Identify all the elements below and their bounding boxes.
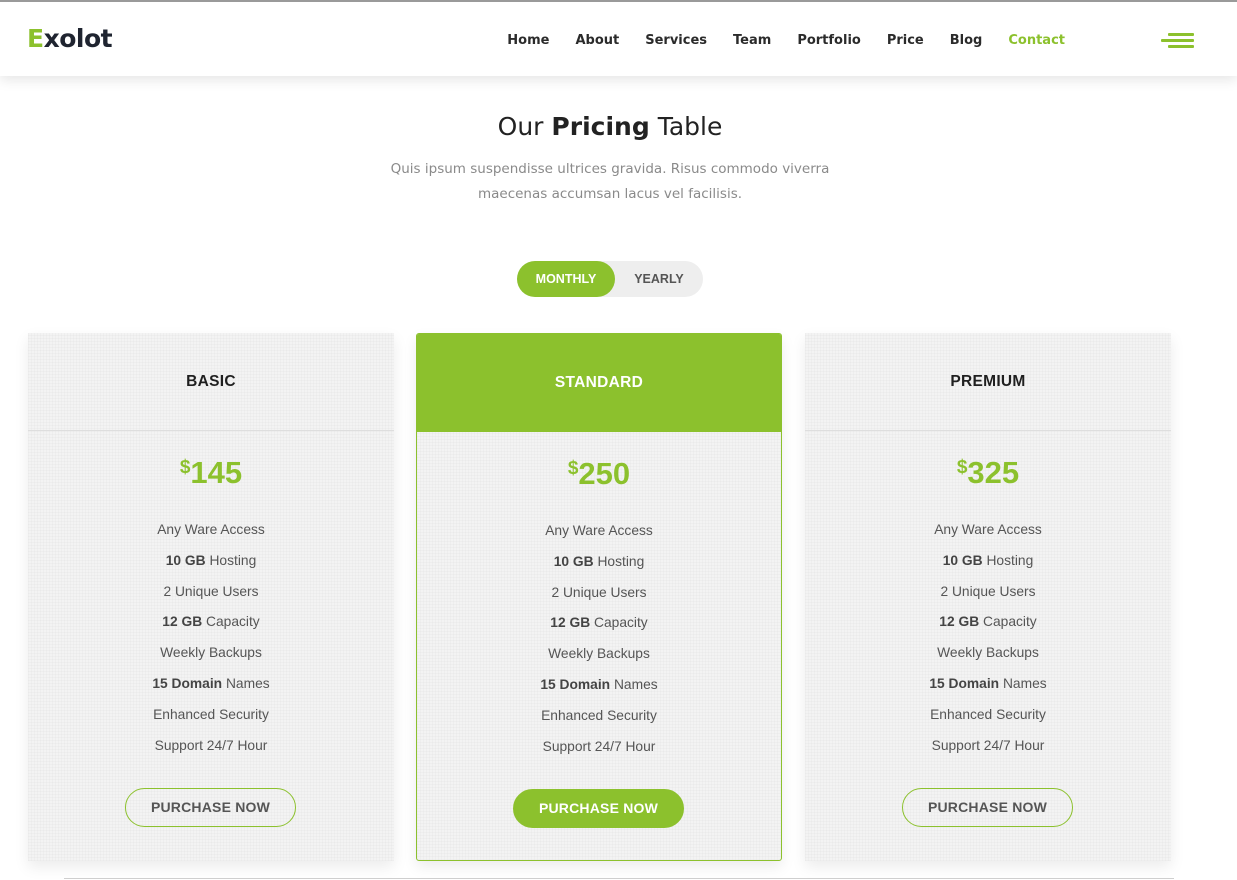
title-suffix: Table [657, 112, 723, 141]
feature-item: Enhanced Security [153, 706, 269, 722]
feature-item: Support 24/7 Hour [931, 737, 1045, 753]
purchase-now-button-standard[interactable]: PURCHASE NOW [513, 789, 684, 828]
currency-symbol: $ [179, 457, 191, 478]
toggle-monthly[interactable]: MONTHLY [517, 261, 615, 297]
section-description: Quis ipsum suspendisse ultrices gravida.… [390, 161, 830, 202]
feature-list: Any Ware Access 10 GB Hosting 2 Unique U… [805, 520, 1171, 766]
price-amount: 325 [967, 455, 1020, 490]
card-header: BASIC [28, 333, 394, 431]
plan-price: $250 [417, 456, 781, 492]
price-amount: 250 [578, 456, 631, 491]
purchase-now-button-premium[interactable]: PURCHASE NOW [902, 788, 1073, 827]
price-amount: 145 [190, 455, 243, 490]
feature-item: Enhanced Security [541, 707, 657, 723]
pricing-card-standard: STANDARD $250 Any Ware Access 10 GB Host… [416, 333, 782, 861]
feature-item: Any Ware Access [545, 523, 653, 538]
plan-name: STANDARD [554, 374, 644, 391]
nav-item-services[interactable]: Services [645, 33, 707, 48]
nav-item-about[interactable]: About [575, 33, 619, 48]
nav-item-portfolio[interactable]: Portfolio [797, 33, 861, 48]
currency-symbol: $ [956, 457, 968, 478]
pricing-card-premium: PREMIUM $325 Any Ware Access 10 GB Hosti… [805, 333, 1171, 861]
feature-item: Weekly Backups [160, 645, 262, 661]
feature-item: 12 GB Capacity [550, 615, 648, 631]
logo-first-letter: E [27, 24, 44, 53]
feature-item: 2 Unique Users [163, 583, 259, 599]
nav-item-home[interactable]: Home [507, 33, 549, 48]
feature-item: Any Ware Access [934, 522, 1042, 537]
currency-symbol: $ [567, 458, 579, 479]
feature-item: Weekly Backups [548, 646, 650, 662]
feature-item: 10 GB Hosting [942, 552, 1034, 568]
feature-item: Support 24/7 Hour [154, 737, 268, 753]
card-header: PREMIUM [805, 333, 1171, 431]
section-title: Our Pricing Table [0, 112, 1220, 141]
logo-rest: xolot [43, 24, 113, 53]
hamburger-menu-icon[interactable] [1161, 33, 1194, 49]
feature-item: 15 Domain Names [152, 675, 270, 691]
card-header: STANDARD [417, 334, 781, 432]
feature-item: 15 Domain Names [929, 675, 1047, 691]
feature-item: 2 Unique Users [940, 583, 1036, 599]
nav-item-team[interactable]: Team [733, 33, 771, 48]
main-nav: Home About Services Team Portfolio Price… [481, 33, 1065, 48]
feature-item: Enhanced Security [930, 706, 1046, 722]
feature-item: Weekly Backups [937, 645, 1039, 661]
feature-item: 2 Unique Users [551, 584, 647, 600]
title-bold: Pricing [551, 112, 650, 141]
nav-item-blog[interactable]: Blog [950, 33, 983, 48]
billing-toggle: MONTHLY YEARLY [517, 261, 703, 297]
feature-item: 10 GB Hosting [553, 553, 645, 569]
title-prefix: Our [497, 112, 544, 141]
feature-item: Support 24/7 Hour [542, 738, 656, 754]
feature-item: 15 Domain Names [540, 676, 658, 692]
plan-name: PREMIUM [950, 373, 1026, 390]
feature-list: Any Ware Access 10 GB Hosting 2 Unique U… [28, 520, 394, 766]
brand-logo[interactable]: Exolot [27, 24, 113, 53]
nav-item-contact[interactable]: Contact [1008, 33, 1065, 48]
feature-item: 12 GB Capacity [939, 614, 1037, 630]
feature-list: Any Ware Access 10 GB Hosting 2 Unique U… [417, 521, 781, 767]
section-divider [64, 878, 1174, 879]
feature-item: 12 GB Capacity [162, 614, 260, 630]
feature-item: Any Ware Access [157, 522, 265, 537]
purchase-now-button-basic[interactable]: PURCHASE NOW [125, 788, 296, 827]
toggle-yearly[interactable]: YEARLY [615, 261, 703, 297]
plan-name: BASIC [186, 373, 236, 390]
plan-price: $325 [805, 455, 1171, 491]
site-header: Exolot Home About Services Team Portfoli… [0, 0, 1237, 76]
plan-price: $145 [28, 455, 394, 491]
nav-item-price[interactable]: Price [887, 33, 924, 48]
feature-item: 10 GB Hosting [165, 552, 257, 568]
pricing-card-basic: BASIC $145 Any Ware Access 10 GB Hosting… [28, 333, 394, 861]
